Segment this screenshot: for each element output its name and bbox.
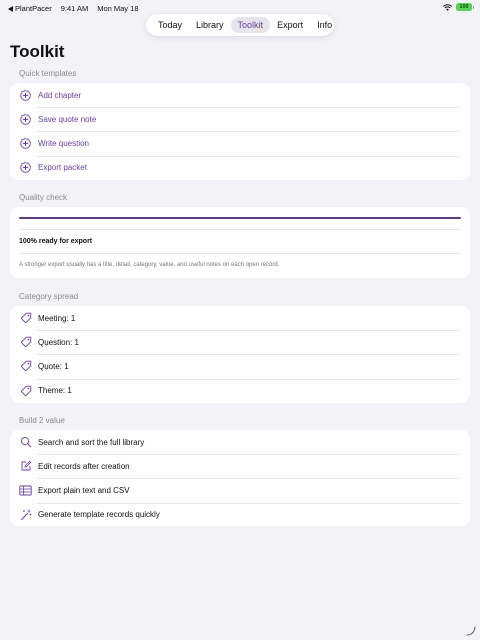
category-label: Meeting: 1 bbox=[38, 313, 76, 323]
battery-level: 100 bbox=[459, 4, 469, 10]
export-progress-bar bbox=[10, 207, 470, 229]
table-icon bbox=[19, 484, 32, 497]
build-value-card: Search and sort the full library Edit re… bbox=[10, 430, 470, 526]
export-progress-fill bbox=[19, 217, 461, 219]
tag-icon bbox=[19, 384, 32, 397]
plus-circle-icon bbox=[19, 89, 32, 102]
battery-icon: 100 bbox=[456, 3, 474, 11]
category-row-quote: Quote: 1 bbox=[10, 354, 470, 378]
category-row-meeting: Meeting: 1 bbox=[10, 306, 470, 330]
tab-library[interactable]: Library bbox=[189, 17, 231, 33]
tag-icon bbox=[19, 312, 32, 325]
tab-bar: Today Library Toolkit Export Info bbox=[146, 14, 334, 36]
back-to-app-button[interactable]: PlantPacer bbox=[8, 4, 52, 13]
export-readiness-note: A stronger export usually has a title, d… bbox=[10, 253, 470, 277]
quick-templates-card: Add chapter Save quote note Write questi… bbox=[10, 83, 470, 180]
tab-today[interactable]: Today bbox=[151, 17, 189, 33]
template-save-quote-note[interactable]: Save quote note bbox=[10, 107, 470, 131]
page-title: Toolkit bbox=[10, 42, 65, 61]
quick-templates-header: Quick templates bbox=[19, 69, 77, 78]
category-row-question: Question: 1 bbox=[10, 330, 470, 354]
quality-check-card: 100% ready for export A stronger export … bbox=[10, 207, 470, 278]
template-label: Write question bbox=[38, 138, 89, 148]
plus-circle-icon bbox=[19, 113, 32, 126]
category-label: Quote: 1 bbox=[38, 361, 69, 371]
category-label: Theme: 1 bbox=[38, 386, 72, 396]
template-write-question[interactable]: Write question bbox=[10, 131, 470, 155]
wifi-icon bbox=[443, 3, 452, 11]
back-triangle-icon bbox=[8, 5, 13, 12]
magic-wand-icon bbox=[19, 508, 32, 521]
feature-label: Edit records after creation bbox=[38, 461, 130, 471]
template-label: Save quote note bbox=[38, 114, 97, 124]
feature-label: Search and sort the full library bbox=[38, 437, 145, 447]
tag-icon bbox=[19, 360, 32, 373]
edit-icon bbox=[19, 460, 32, 473]
feature-row-export: Export plain text and CSV bbox=[10, 478, 470, 502]
feature-label: Generate template records quickly bbox=[38, 510, 160, 520]
magnifier-icon bbox=[19, 436, 32, 449]
tab-info[interactable]: Info bbox=[310, 17, 339, 33]
feature-row-generate: Generate template records quickly bbox=[10, 502, 470, 526]
back-app-label: PlantPacer bbox=[15, 4, 52, 13]
template-label: Export packet bbox=[38, 163, 87, 173]
template-export-packet[interactable]: Export packet bbox=[10, 155, 470, 180]
template-label: Add chapter bbox=[38, 90, 82, 100]
tab-export[interactable]: Export bbox=[270, 17, 310, 33]
feature-label: Export plain text and CSV bbox=[38, 485, 130, 495]
resize-corner-icon[interactable] bbox=[466, 626, 476, 636]
plus-circle-icon bbox=[19, 137, 32, 150]
category-row-theme: Theme: 1 bbox=[10, 378, 470, 403]
category-spread-header: Category spread bbox=[19, 292, 79, 301]
feature-row-edit: Edit records after creation bbox=[10, 454, 470, 478]
category-spread-card: Meeting: 1 Question: 1 Quote: 1 Theme: 1 bbox=[10, 306, 470, 403]
category-label: Question: 1 bbox=[38, 337, 79, 347]
plus-circle-icon bbox=[19, 161, 32, 174]
template-add-chapter[interactable]: Add chapter bbox=[10, 83, 470, 107]
export-readiness-status: 100% ready for export bbox=[10, 229, 470, 253]
build-value-header: Build 2 value bbox=[19, 416, 65, 425]
feature-row-search: Search and sort the full library bbox=[10, 430, 470, 454]
status-time: 9:41 AM bbox=[60, 4, 89, 13]
tag-icon bbox=[19, 336, 32, 349]
status-date: Mon May 18 bbox=[97, 4, 139, 13]
tab-toolkit[interactable]: Toolkit bbox=[230, 17, 271, 33]
quality-check-header: Quality check bbox=[19, 193, 68, 202]
